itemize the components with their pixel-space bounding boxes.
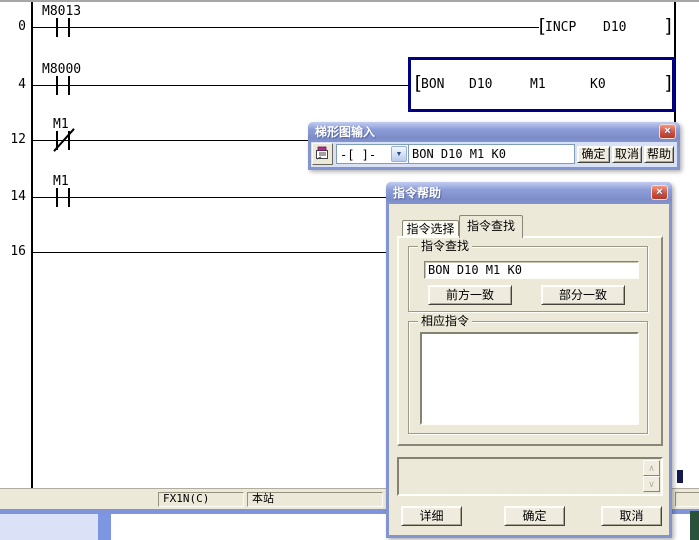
instr-operand: D10 xyxy=(469,78,492,91)
instr-op: BON xyxy=(421,78,444,91)
contact-bar xyxy=(68,18,70,37)
desktop-corner xyxy=(690,511,699,540)
status-panel-right xyxy=(675,492,699,507)
bracket-close: ] xyxy=(663,74,674,93)
rung-line xyxy=(31,85,408,86)
ladder-input-dialog: 梯形图输入 × -[ ]- ▼ 确定 取消 帮 xyxy=(308,122,680,170)
cancel-button[interactable]: 取消 xyxy=(612,146,642,163)
status-panel-plc-type: FX1N(C) xyxy=(158,492,244,507)
contact-label: M1 xyxy=(53,175,69,188)
contact-bar xyxy=(56,76,58,95)
contact-bar xyxy=(56,188,58,207)
rung-number: 14 xyxy=(0,190,26,203)
symbol-dropdown-value: -[ ]- xyxy=(337,146,376,162)
tab-instruction-select[interactable]: 指令选择 xyxy=(402,220,459,237)
detail-button[interactable]: 详细 xyxy=(401,506,462,526)
partial-match-button[interactable]: 部分一致 xyxy=(541,285,625,305)
instr-op: INCP xyxy=(545,21,576,34)
ok-button[interactable]: 确定 xyxy=(577,146,610,163)
help-button[interactable]: 帮助 xyxy=(644,146,674,163)
background-panel-divider xyxy=(98,514,111,540)
rung-line xyxy=(31,252,387,253)
find-groupbox: 指令查找 前方一致 部分一致 xyxy=(408,246,648,312)
result-groupbox: 相应指令 xyxy=(408,321,648,434)
editor-top-border xyxy=(0,0,699,2)
gx-developer-screen: 0 M8013 [ INCP D10 ] 4 M8000 [ BON D10 M… xyxy=(0,0,699,540)
instr-operand: D10 xyxy=(603,21,626,34)
find-group-legend: 指令查找 xyxy=(418,240,472,253)
symbol-editor-button[interactable] xyxy=(312,143,333,165)
contact-label: M8000 xyxy=(42,63,81,76)
scroll-up-icon[interactable]: ∧ xyxy=(643,460,660,476)
front-match-button[interactable]: 前方一致 xyxy=(428,285,512,305)
symbol-dropdown[interactable]: -[ ]- ▼ xyxy=(336,144,409,164)
instruction-input[interactable] xyxy=(408,144,575,164)
scroll-down-icon[interactable]: ∨ xyxy=(643,476,660,492)
instr-operand: M1 xyxy=(530,78,546,91)
close-icon[interactable]: × xyxy=(659,124,676,139)
ok-button[interactable]: 确定 xyxy=(504,506,565,526)
ladder-input-body: -[ ]- ▼ 确定 取消 帮助 xyxy=(311,142,677,167)
description-textarea[interactable]: ∧ ∨ xyxy=(397,457,663,496)
rung-number: 12 xyxy=(0,133,26,146)
dialog-title: 指令帮助 xyxy=(393,186,441,200)
result-group-legend: 相应指令 xyxy=(418,315,472,328)
instruction-help-body: 指令选择 指令查找 指令查找 前方一致 部分一致 相应指令 ∧ ∨ xyxy=(389,204,669,535)
background-panel-lavender xyxy=(0,514,98,540)
background-fragment xyxy=(677,470,683,483)
bracket-close: ] xyxy=(663,17,674,36)
rung-line xyxy=(31,140,309,141)
left-power-rail xyxy=(31,2,33,488)
chevron-down-icon[interactable]: ▼ xyxy=(391,146,407,162)
ladder-symbol-icon xyxy=(315,148,330,165)
rung-number: 16 xyxy=(0,245,26,258)
rung-line xyxy=(31,197,387,198)
close-icon[interactable]: × xyxy=(651,185,668,200)
rung-line xyxy=(31,27,539,28)
dialog-title: 梯形图输入 xyxy=(315,125,375,139)
tab-instruction-find[interactable]: 指令查找 xyxy=(459,215,523,238)
cancel-button[interactable]: 取消 xyxy=(601,506,662,526)
ladder-input-titlebar: 梯形图输入 × xyxy=(308,122,680,142)
find-input[interactable] xyxy=(424,261,639,279)
selected-instruction-bon[interactable]: [ BON D10 M1 K0 ] xyxy=(408,57,675,112)
contact-bar xyxy=(68,188,70,207)
contact-label: M8013 xyxy=(42,5,81,18)
instr-operand: K0 xyxy=(590,78,606,91)
rung-number: 0 xyxy=(0,20,26,33)
contact-bar xyxy=(68,76,70,95)
contact-label: M1 xyxy=(53,118,69,131)
rung-number: 4 xyxy=(0,78,26,91)
instruction-help-dialog: 指令帮助 × 指令选择 指令查找 指令查找 前方一致 部分一致 相应指令 xyxy=(386,182,672,538)
status-panel-station: 本站 xyxy=(247,492,383,507)
result-listbox[interactable] xyxy=(420,332,639,425)
contact-bar xyxy=(56,18,58,37)
instruction-help-titlebar: 指令帮助 × xyxy=(386,182,672,204)
